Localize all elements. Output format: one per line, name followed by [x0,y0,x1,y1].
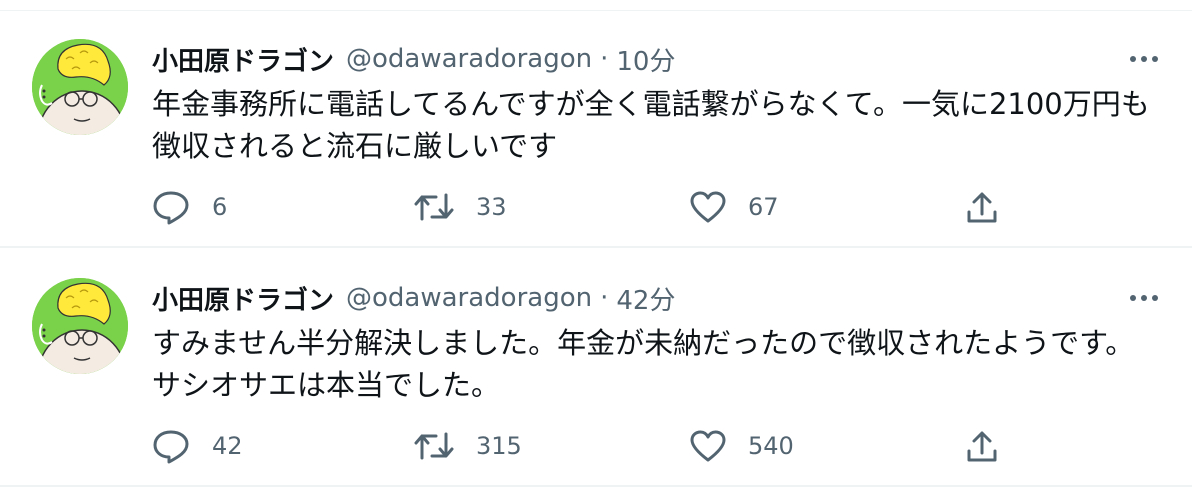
tweet-text: すみません半分解決しました。年金が未納だったので徴収されたようです。サシオサエは… [152,326,1135,402]
like-count: 67 [748,193,779,221]
retweet-button[interactable]: 315 [414,426,522,466]
share-button[interactable] [966,426,998,466]
tweet-header: 小田原ドラゴン @odawaradoragon · 42分 [152,280,675,316]
like-count: 540 [748,432,794,460]
retweet-count: 33 [476,193,507,221]
retweet-icon [414,432,454,460]
retweet-button[interactable]: 33 [414,187,507,227]
timestamp[interactable]: 10分 [616,41,675,78]
like-button[interactable]: 67 [690,187,779,227]
tweet-text: 年金事務所に電話してるんですが全く電話繋がらなくて。一気に2100万円も徴収され… [152,87,1150,163]
separator-dot: · [600,44,609,74]
reply-count: 42 [212,432,243,460]
separator-dot: · [600,283,609,313]
avatar-illustration-icon [32,278,128,374]
avatar[interactable] [32,39,128,135]
retweet-icon [414,193,454,221]
avatar-illustration-icon [32,39,128,135]
display-name[interactable]: 小田原ドラゴン [152,280,334,317]
reply-button[interactable]: 6 [152,187,227,227]
reply-button[interactable]: 42 [152,426,243,466]
username-handle[interactable]: @odawaradoragon [346,44,592,74]
reply-count: 6 [212,193,228,221]
tweet-header: 小田原ドラゴン @odawaradoragon · 10分 [152,41,675,77]
more-options-button[interactable] [1124,280,1164,316]
like-button[interactable]: 540 [690,426,794,466]
tweet[interactable]: 小田原ドラゴン @odawaradoragon · 10分 年金事務所に電話して… [0,11,1192,248]
tweet-actions: 42 315 540 [152,426,1012,466]
tweet-actions: 6 33 67 [152,187,1012,227]
username-handle[interactable]: @odawaradoragon [346,283,592,313]
more-horizontal-icon [1130,295,1158,301]
reply-bubble-icon [153,191,189,225]
avatar[interactable] [32,278,128,374]
share-upload-icon [967,431,997,462]
reply-bubble-icon [153,430,189,464]
more-options-button[interactable] [1124,41,1164,77]
display-name[interactable]: 小田原ドラゴン [152,41,334,78]
retweet-count: 315 [476,432,522,460]
tweet[interactable]: 小田原ドラゴン @odawaradoragon · 42分 すみません半分解決し… [0,250,1192,487]
more-horizontal-icon [1130,56,1158,62]
heart-icon [690,430,726,462]
timestamp[interactable]: 42分 [616,280,675,317]
heart-icon [690,191,726,223]
share-upload-icon [967,192,997,223]
share-button[interactable] [966,187,998,227]
